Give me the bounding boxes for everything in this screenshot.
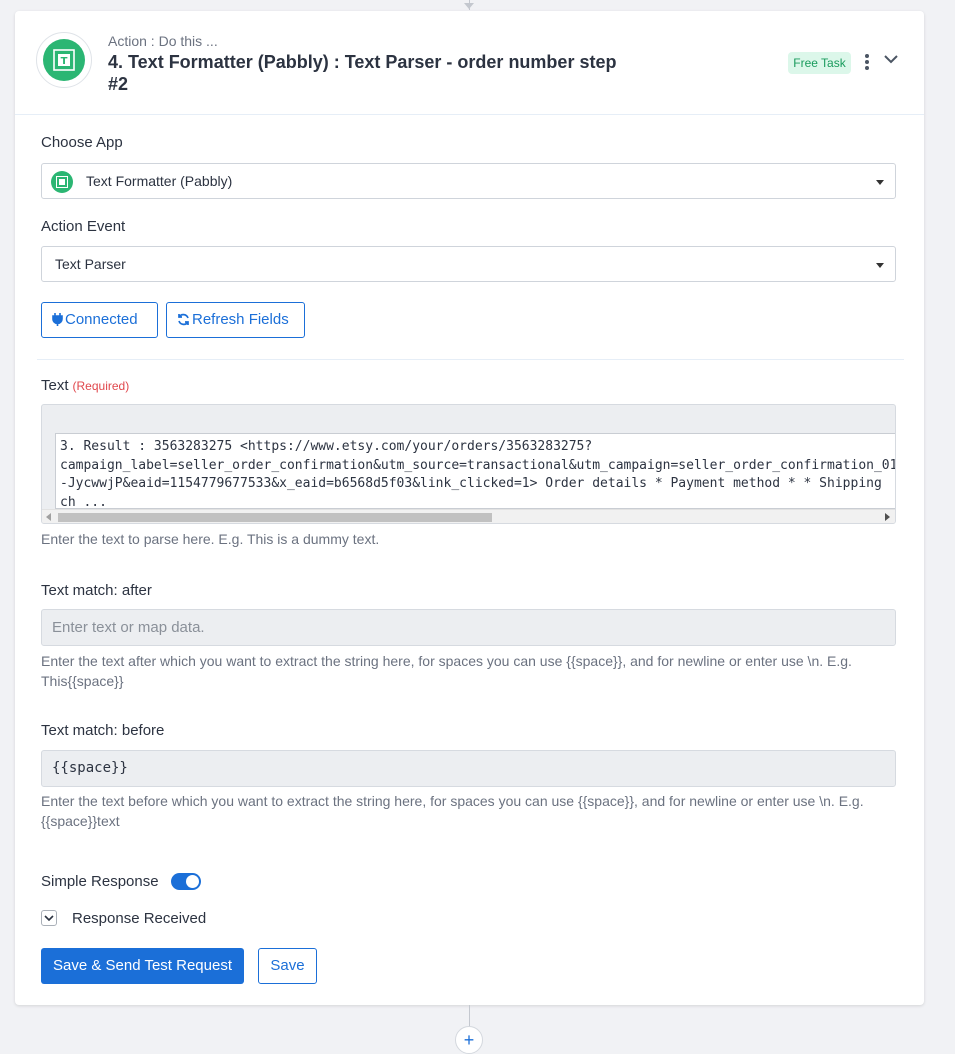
choose-app-value: Text Formatter (Pabbly) bbox=[86, 173, 233, 189]
free-task-badge: Free Task bbox=[788, 52, 851, 74]
more-vertical-icon[interactable] bbox=[861, 52, 873, 74]
match-before-label: Text match: before bbox=[41, 722, 165, 739]
connected-button[interactable]: Connected bbox=[41, 302, 158, 338]
toggle-knob bbox=[186, 875, 199, 888]
save-button[interactable]: Save bbox=[258, 948, 317, 984]
text-line: campaign_label=seller_order_confirmation… bbox=[60, 457, 896, 473]
step-title: 4. Text Formatter (Pabbly) : Text Parser… bbox=[108, 52, 617, 94]
plus-icon[interactable]: + bbox=[455, 1026, 483, 1054]
text-label-name: Text bbox=[41, 377, 69, 394]
dropdown-caret-icon bbox=[876, 263, 884, 268]
refresh-fields-label: Refresh Fields bbox=[192, 311, 289, 328]
action-event-value: Text Parser bbox=[55, 256, 126, 272]
response-received-label: Response Received bbox=[72, 910, 207, 927]
chevron-down-icon bbox=[44, 915, 54, 922]
horizontal-scrollbar[interactable] bbox=[42, 509, 895, 523]
step-header[interactable]: T Action : Do this ... 4. Text Formatter… bbox=[15, 11, 924, 115]
text-line: 3. Result : 3563283275 <https://www.etsy… bbox=[60, 439, 593, 454]
match-before-help: Enter the text before which you want to … bbox=[41, 793, 864, 829]
text-label: Text (Required) bbox=[41, 377, 129, 394]
match-after-help: Enter the text after which you want to e… bbox=[41, 653, 852, 689]
match-after-label: Text match: after bbox=[41, 582, 152, 599]
connected-label: Connected bbox=[65, 311, 138, 328]
text-formatter-logo-icon: T bbox=[36, 32, 92, 88]
response-received-toggle[interactable] bbox=[41, 910, 57, 926]
text-formatter-app-icon bbox=[51, 171, 73, 193]
choose-app-label: Choose App bbox=[41, 134, 123, 151]
step-subtitle: Action : Do this ... bbox=[108, 33, 218, 49]
action-step-card: T Action : Do this ... 4. Text Formatter… bbox=[15, 11, 924, 1005]
text-mapped-value[interactable]: 3. Result : 3563283275 <https://www.etsy… bbox=[55, 433, 896, 509]
save-send-test-button[interactable]: Save & Send Test Request bbox=[41, 948, 244, 984]
chevron-down-icon[interactable] bbox=[883, 51, 899, 67]
action-event-select[interactable]: Text Parser bbox=[41, 246, 896, 282]
match-before-input[interactable]: {{space}} bbox=[41, 750, 896, 787]
text-line: ch ... bbox=[60, 494, 107, 509]
section-divider bbox=[37, 359, 904, 360]
action-event-label: Action Event bbox=[41, 218, 126, 235]
simple-response-toggle[interactable] bbox=[171, 873, 201, 890]
text-help: Enter the text to parse here. E.g. This … bbox=[41, 531, 380, 547]
connector-arrow-icon bbox=[464, 3, 474, 9]
text-line: -JycwwjP&eaid=1154779677533&x_eaid=b6568… bbox=[60, 476, 882, 491]
match-after-input[interactable]: Enter text or map data. bbox=[41, 609, 896, 646]
simple-response-label: Simple Response bbox=[41, 873, 159, 890]
refresh-icon bbox=[178, 313, 189, 326]
scrollbar-thumb[interactable] bbox=[58, 513, 492, 522]
plug-icon bbox=[52, 313, 63, 326]
scroll-right-icon[interactable] bbox=[885, 513, 890, 521]
choose-app-select[interactable]: Text Formatter (Pabbly) bbox=[41, 163, 896, 199]
required-marker: (Required) bbox=[72, 379, 130, 393]
refresh-fields-button[interactable]: Refresh Fields bbox=[166, 302, 305, 338]
svg-text:T: T bbox=[61, 56, 68, 67]
scroll-left-icon[interactable] bbox=[46, 513, 51, 521]
text-field[interactable]: 3. Result : 3563283275 <https://www.etsy… bbox=[41, 404, 896, 524]
dropdown-caret-icon bbox=[876, 180, 884, 185]
